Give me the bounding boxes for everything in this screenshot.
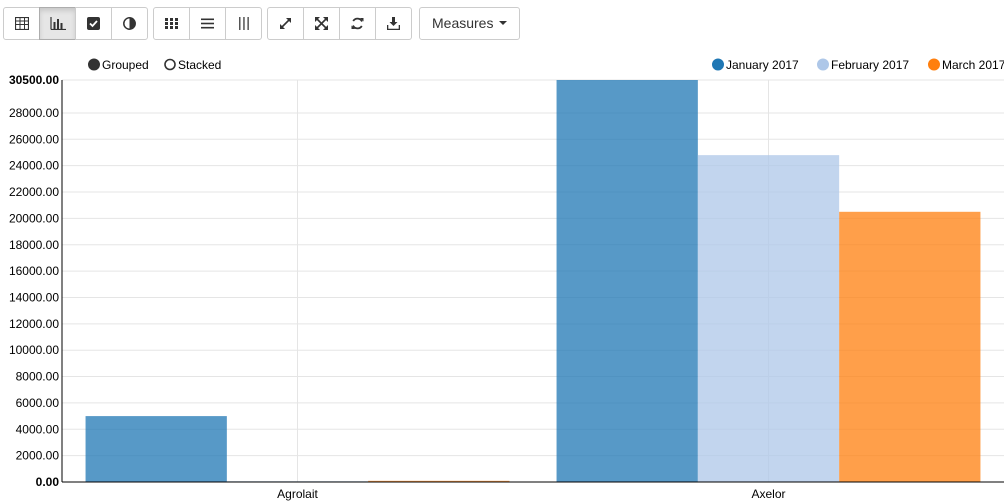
grouped-radio-icon bbox=[88, 58, 100, 71]
legend-item[interactable]: March 2017 bbox=[928, 58, 1004, 72]
y-tick-label: 10000.00 bbox=[9, 343, 59, 357]
x-tick-label: Axelor bbox=[751, 487, 785, 501]
stacked-radio-icon bbox=[164, 58, 176, 71]
y-tick-label: 22000.00 bbox=[9, 185, 59, 199]
grouped-option[interactable]: Grouped bbox=[88, 58, 149, 72]
grouped-label: Grouped bbox=[102, 58, 149, 72]
y-tick-label: 16000.00 bbox=[9, 264, 59, 278]
chart-bars bbox=[85, 80, 981, 482]
legend-swatch-icon bbox=[712, 58, 724, 71]
stacked-option[interactable]: Stacked bbox=[164, 58, 221, 72]
legend-label: March 2017 bbox=[942, 58, 1004, 72]
y-tick-label: 14000.00 bbox=[9, 290, 59, 304]
y-tick-label: 0.00 bbox=[36, 475, 60, 489]
y-tick-label: 12000.00 bbox=[9, 317, 59, 331]
y-tick-label: 8000.00 bbox=[16, 370, 60, 384]
y-tick-label: 6000.00 bbox=[16, 396, 60, 410]
stacked-label: Stacked bbox=[178, 58, 221, 72]
y-tick-label: 28000.00 bbox=[9, 106, 59, 120]
y-tick-label: 26000.00 bbox=[9, 132, 59, 146]
legend-item[interactable]: February 2017 bbox=[817, 58, 910, 72]
x-tick-label: Agrolait bbox=[277, 487, 318, 501]
legend-label: February 2017 bbox=[831, 58, 909, 72]
legend-swatch-icon bbox=[817, 58, 829, 71]
y-tick-label: 20000.00 bbox=[9, 211, 59, 225]
mode-toggle: Grouped Stacked bbox=[88, 58, 221, 72]
legend-item[interactable]: January 2017 bbox=[712, 58, 800, 72]
bar[interactable] bbox=[839, 211, 981, 482]
bar[interactable] bbox=[697, 155, 840, 482]
y-tick-label: 4000.00 bbox=[16, 422, 60, 436]
bar[interactable] bbox=[85, 416, 227, 482]
bar[interactable] bbox=[556, 80, 698, 482]
chart-legend: January 2017 February 2017 March 2017 bbox=[712, 58, 1004, 72]
y-tick-label: 2000.00 bbox=[16, 449, 60, 463]
y-tick-label: 30500.00 bbox=[9, 73, 59, 87]
bar-chart: 0.00 2000.00 4000.00 6000.00 8000.00 10000.00… bbox=[9, 58, 1004, 501]
y-tick-label: 18000.00 bbox=[9, 238, 59, 252]
legend-label: January 2017 bbox=[726, 58, 799, 72]
legend-swatch-icon bbox=[928, 58, 940, 71]
y-tick-label: 24000.00 bbox=[9, 159, 59, 173]
